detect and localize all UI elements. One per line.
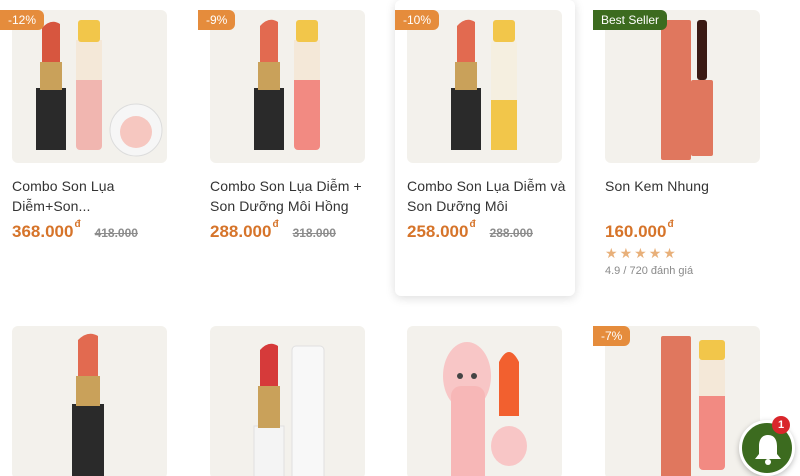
product-card[interactable] xyxy=(198,316,378,476)
old-price: 288.000 xyxy=(489,226,533,240)
notification-count-badge: 1 xyxy=(772,416,790,434)
product-card[interactable]: -12% Combo Son Lụa Diễm+Son... 368.000đ … xyxy=(0,0,180,300)
product-image[interactable] xyxy=(407,10,562,163)
product-card[interactable]: -10% Combo Son Lụa Diễm và Son Dưỡng Môi… xyxy=(395,0,575,296)
price: 368.000đ xyxy=(12,219,81,241)
old-price: 318.000 xyxy=(292,226,336,240)
product-card[interactable]: Best Seller Son Kem Nhung 160.000đ ★ ★ ★… xyxy=(593,0,773,300)
discount-badge: -9% xyxy=(198,10,236,30)
price: 258.000đ xyxy=(407,219,476,241)
star-icon: ★ xyxy=(634,245,647,261)
rating-stars: ★ ★ ★ ★ ★ xyxy=(605,246,676,260)
price-row: 368.000đ 418.000 xyxy=(12,219,138,242)
product-name[interactable]: Combo Son Lụa Diễm và Son Dưỡng Môi xyxy=(407,176,572,216)
price-row: 160.000đ xyxy=(605,219,674,242)
product-image[interactable] xyxy=(12,10,167,163)
product-card[interactable]: -9% Combo Son Lụa Diễm + Son Dưỡng Môi H… xyxy=(198,0,378,300)
product-image[interactable] xyxy=(605,326,760,476)
product-image[interactable] xyxy=(407,326,562,476)
star-icon: ★ xyxy=(619,245,633,261)
product-image[interactable] xyxy=(12,326,167,476)
product-image[interactable] xyxy=(210,10,365,163)
product-name[interactable]: Combo Son Lụa Diễm+Son... xyxy=(12,176,177,216)
price-row: 258.000đ 288.000 xyxy=(407,219,533,242)
product-name[interactable]: Combo Son Lụa Diễm + Son Dưỡng Môi Hồng xyxy=(210,176,375,216)
product-image[interactable] xyxy=(210,326,365,476)
discount-badge: -12% xyxy=(0,10,45,30)
price: 160.000đ xyxy=(605,219,674,241)
discount-badge: -7% xyxy=(593,326,631,346)
bell-icon xyxy=(755,435,781,465)
product-name[interactable]: Son Kem Nhung xyxy=(605,176,770,196)
rating-text: 4.9 / 720 đánh giá xyxy=(605,265,694,277)
star-icon: ★ xyxy=(648,245,662,261)
price-row: 288.000đ 318.000 xyxy=(210,219,336,242)
discount-badge: -10% xyxy=(395,10,440,30)
product-card[interactable] xyxy=(0,316,180,476)
old-price: 418.000 xyxy=(94,226,138,240)
star-icon: ★ xyxy=(605,245,618,261)
product-card[interactable] xyxy=(395,316,575,476)
price: 288.000đ xyxy=(210,219,279,241)
star-icon: ★ xyxy=(663,245,676,261)
product-image[interactable] xyxy=(605,10,760,163)
bestseller-badge: Best Seller xyxy=(593,10,668,30)
